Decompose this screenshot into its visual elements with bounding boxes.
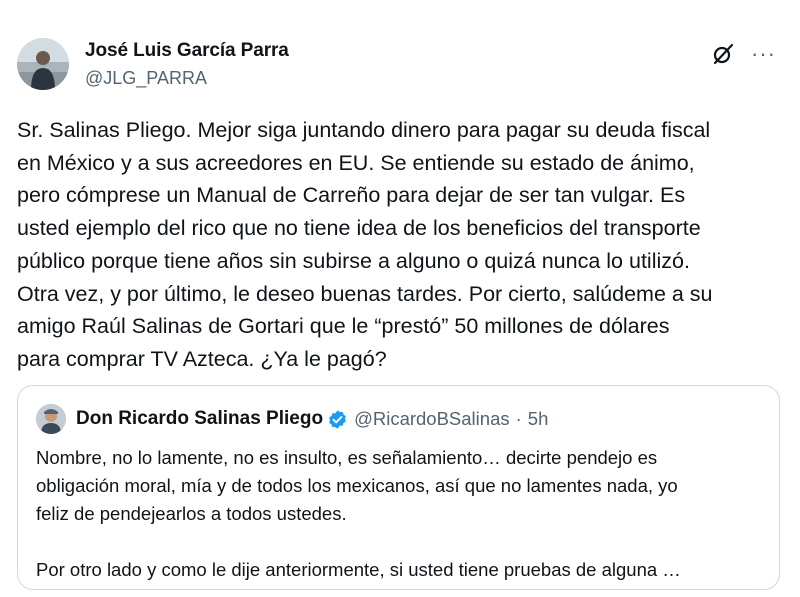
grok-icon[interactable]: [711, 42, 735, 66]
quoted-author-avatar[interactable]: [36, 404, 66, 434]
separator-dot: ·: [515, 408, 522, 429]
tweet-actions: ···: [711, 42, 776, 66]
quoted-tweet-text: Nombre, no lo lamente, no es insulto, es…: [36, 447, 681, 580]
tweet-text: Sr. Salinas Pliego. Mejor siga juntando …: [17, 118, 713, 371]
quoted-author-name[interactable]: Don Ricardo Salinas Pliego: [76, 408, 323, 430]
tweet-card: José Luis García Parra @JLG_PARRA ··· Sr…: [0, 0, 800, 597]
quoted-author-handle[interactable]: @RicardoBSalinas: [354, 408, 510, 430]
quoted-tweet[interactable]: Don Ricardo Salinas Pliego @RicardoBSali…: [17, 385, 780, 590]
more-icon[interactable]: ···: [751, 43, 776, 65]
quoted-tweet-header: Don Ricardo Salinas Pliego @RicardoBSali…: [36, 404, 548, 434]
verified-badge-icon: [329, 409, 346, 429]
author-avatar[interactable]: [17, 38, 69, 90]
author-handle[interactable]: @JLG_PARRA: [85, 68, 207, 89]
quoted-timestamp[interactable]: 5h: [528, 408, 549, 430]
author-name[interactable]: José Luis García Parra: [85, 40, 289, 62]
